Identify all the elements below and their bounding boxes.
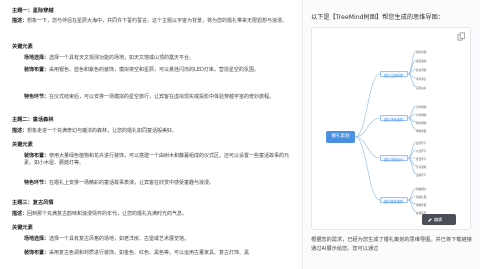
leaf-node[interactable]: 海洋梦幻 (416, 77, 426, 81)
leaf-node[interactable]: 仪式环节 (416, 149, 426, 153)
theme3-description: 描述：回到那个充满复古韵味和浪漫情怀的年代，让您的婚礼充满时光的气息。 (12, 211, 188, 217)
theme3-heading: 主题三：复古风情 (12, 200, 54, 206)
edit-button[interactable]: 编辑 (422, 214, 456, 225)
mindmap-preview[interactable]: 婚礼策划 婚礼主题构思 婚礼场地选择 婚礼流程设计 婚礼服装造型 星际穿越 童话… (311, 27, 471, 230)
theme1-heading: 主题一：星际穿越 (12, 8, 54, 14)
leaf-node[interactable]: 宴会环节 (416, 157, 426, 161)
leaf-node[interactable]: 互动游戏 (416, 165, 426, 169)
scene-item: 场地选择：选择一个具有天文观测功能的场地，如天文馆或山顶的露天平台。 (24, 55, 195, 61)
leaf-node[interactable]: 新娘婚纱 (416, 187, 426, 191)
mindmap-center-node[interactable]: 婚礼策划 (326, 131, 355, 143)
theme2-description: 描述：想象走进一个充满奇幻与魔法的森林，让您的婚礼如同童话般美好。 (12, 128, 178, 134)
leaf-node[interactable]: 送客环节 (416, 173, 426, 177)
decor2-item: 装饰布置：使用大量绿色植物和花卉进行装饰，可以搭建一个由树木和藤蔓组成的仪式区。… (24, 153, 290, 166)
theme1-description: 描述：想象一下，您与伴侣在星辰大海中，共同许下誓约誓言。这个主题以宇宙为背景，将… (12, 18, 288, 24)
chat-response-panel: 主题一：星际穿越 描述：想象一下，您与伴侣在星辰大海中，共同许下誓约誓言。这个主… (0, 0, 302, 269)
elements2-heading: 关键元素 (12, 142, 33, 148)
leaf-node[interactable]: 新郎礼服 (416, 195, 426, 199)
elements-heading: 关键元素 (12, 44, 33, 50)
leaf-node[interactable]: 复古风情 (416, 68, 426, 72)
leaf-node[interactable]: 童话森林 (416, 59, 426, 63)
branch-2[interactable]: 婚礼场地选择 (384, 117, 403, 122)
decor3-item: 装饰布置：采用复古色调和材质进行装饰，如金色、红色、黑色等。可以运用古董家具、复… (24, 250, 250, 256)
mindmap-footer-text: 根据您的需求，已经为您生成了婚礼策划的思维导图。并已将下载链接通过AI展示给您。… (311, 237, 472, 252)
decor-item: 装饰布置：采用银色、蓝色和紫色的装饰，模拟夜空和星辰，可以悬挂闪烁的LED灯串，… (24, 67, 259, 73)
leaf-node[interactable]: 场地布置 (416, 129, 426, 133)
details-item: 特色环节：在仪式结束后，可以安排一场模拟的星空旅行，让宾客在虚拟现实或投影中体验… (24, 94, 275, 100)
details2-item: 特色环节：在婚礼上安排一场精彩的童话故事表演，让宾客在欣赏中感受童趣与浪漫。 (24, 180, 215, 186)
edit-icon (428, 217, 432, 222)
leaf-node[interactable]: 户外场地 (416, 113, 426, 117)
scene3-item: 场地选择：选择一个具有复古风格的场地，如老洋房、古堡或艺术展览馆。 (24, 236, 190, 242)
leaf-node[interactable]: 迎宾环节 (416, 141, 426, 145)
branch-4[interactable]: 婚礼服装造型 (384, 199, 403, 204)
leaf-node[interactable]: 伴娘伴郎 (416, 203, 426, 207)
edit-label: 编辑 (434, 217, 442, 222)
leaf-node[interactable]: 室内场地 (416, 105, 426, 109)
branch-3[interactable]: 婚礼流程设计 (384, 157, 403, 162)
leaf-node[interactable]: 星际穿越 (416, 50, 426, 54)
mindmap-intro: 以下是【TreeMind树图】帮您生成的思维导图： (311, 14, 444, 21)
branch-1[interactable]: 婚礼主题构思 (384, 73, 403, 78)
leaf-node[interactable]: 特色场地 (416, 121, 426, 125)
leaf-node[interactable]: 花园派对 (416, 86, 426, 90)
mindmap-response-panel: 以下是【TreeMind树图】帮您生成的思维导图： 婚礼策划 婚礼主题构思 婚礼… (303, 0, 480, 269)
theme2-heading: 主题二：童话森林 (12, 117, 54, 123)
elements3-heading: 关键元素 (12, 225, 33, 231)
